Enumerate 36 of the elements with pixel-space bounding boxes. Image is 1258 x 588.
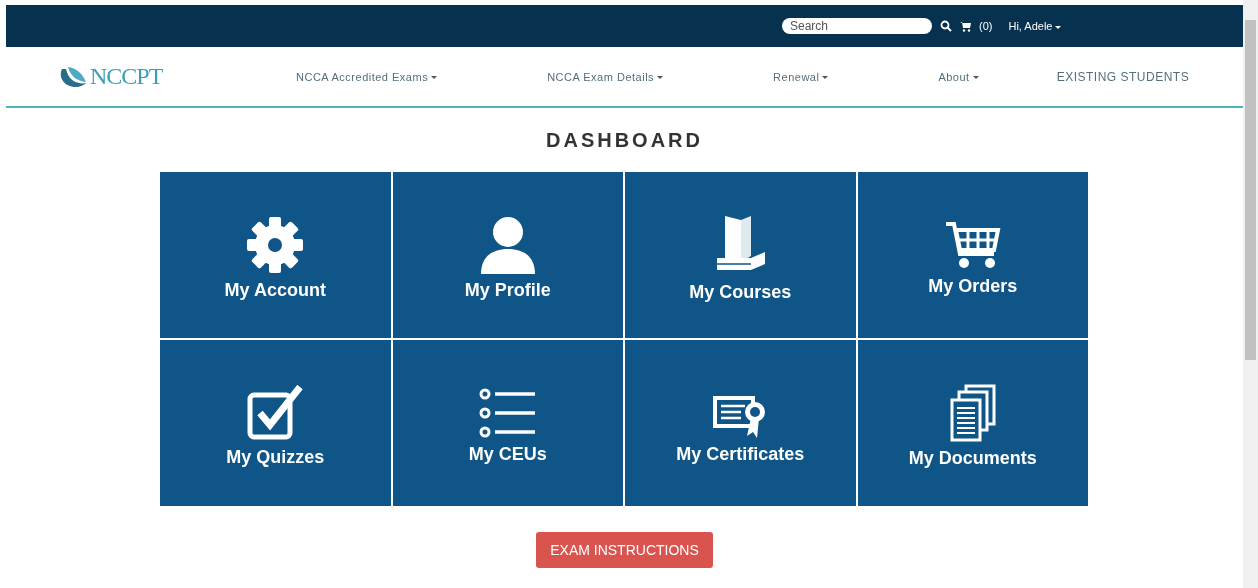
gear-icon xyxy=(246,215,305,274)
nav-link[interactable]: About xyxy=(938,70,979,83)
tile-label: My Orders xyxy=(928,275,1018,297)
tile-label: My Certificates xyxy=(676,443,805,465)
tile-label: My Quizzes xyxy=(226,446,325,468)
tile-label: My Courses xyxy=(689,281,792,303)
tile-label: My Documents xyxy=(908,447,1037,469)
tile-label: My Profile xyxy=(464,279,551,301)
scrollbar-thumb[interactable] xyxy=(1245,20,1256,360)
dashboard-tile[interactable]: My Quizzes xyxy=(160,340,391,506)
user-menu[interactable]: Hi, Adele xyxy=(1008,20,1062,32)
exam-instructions-button[interactable]: EXAM INSTRUCTIONS xyxy=(536,532,713,568)
nav-link[interactable]: Renewal xyxy=(773,70,829,83)
nav-link[interactable]: NCCA Exam Details xyxy=(547,70,664,83)
dashboard-tile[interactable]: My Orders xyxy=(857,172,1088,338)
cart-icon[interactable] xyxy=(960,20,971,32)
dashboard-tile[interactable]: My Account xyxy=(160,172,391,338)
nav-link[interactable]: EXISTING STUDENTS xyxy=(1056,69,1190,84)
scrollbar[interactable] xyxy=(1243,0,1258,588)
dashboard-tile[interactable]: My Profile xyxy=(392,172,623,338)
checkbox-icon xyxy=(246,384,305,441)
dashboard-tile[interactable]: My Documents xyxy=(857,340,1088,506)
person-icon xyxy=(478,215,537,274)
logo-icon xyxy=(58,64,88,89)
dashboard-tile[interactable]: My Certificates xyxy=(625,340,856,506)
dashboard-tile[interactable]: My Courses xyxy=(625,172,856,338)
nav-link[interactable]: NCCA Accredited Exams xyxy=(296,70,438,83)
tile-label: My CEUs xyxy=(468,443,547,465)
search-icon[interactable] xyxy=(940,20,952,32)
search-field[interactable]: Search xyxy=(782,18,932,34)
cart-count[interactable]: (0) xyxy=(979,20,993,32)
dashboard-tile[interactable]: My CEUs xyxy=(392,340,623,506)
tile-label: My Account xyxy=(224,279,326,301)
cart-icon xyxy=(943,219,1002,270)
page-title: DASHBOARD xyxy=(545,128,704,152)
list-icon xyxy=(478,387,537,438)
